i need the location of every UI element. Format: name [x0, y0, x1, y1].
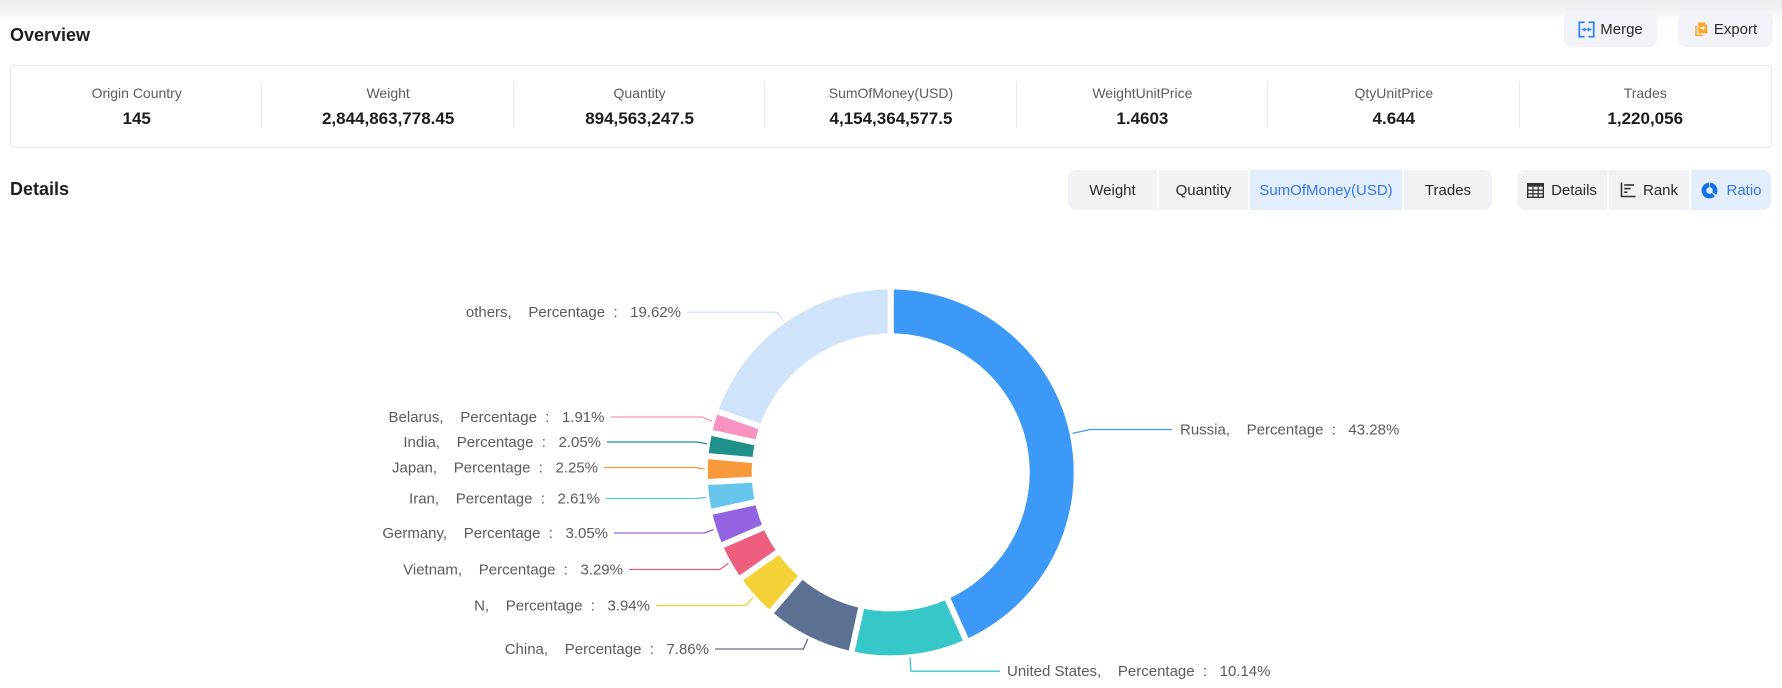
svg-text:Iran, Percentage : 2.61%: Iran, Percentage : 2.61% [409, 491, 600, 508]
svg-text:Belarus, Percentage : 1.: Belarus, Percentage : 1.91% [389, 409, 605, 426]
svg-text:China, Percentage : 7.86: China, Percentage : 7.86% [505, 641, 709, 658]
svg-text:Germany, Percentage : 3.: Germany, Percentage : 3.05% [382, 525, 608, 542]
svg-text:Japan, Percentage : 2.25: Japan, Percentage : 2.25% [392, 460, 598, 477]
svg-text:others, Percentage : 19.: others, Percentage : 19.62% [466, 304, 681, 321]
svg-text:Vietnam, Percentage : 3.: Vietnam, Percentage : 3.29% [403, 562, 623, 579]
svg-text:India, Percentage : 2.05: India, Percentage : 2.05% [403, 434, 601, 451]
svg-text:United States, Percentage: United States, Percentage : 10.14% [1007, 663, 1271, 680]
svg-text:N, Percentage : 3.94%: N, Percentage : 3.94% [474, 598, 650, 615]
svg-text:Russia, Percentage : 43.: Russia, Percentage : 43.28% [1180, 422, 1399, 439]
